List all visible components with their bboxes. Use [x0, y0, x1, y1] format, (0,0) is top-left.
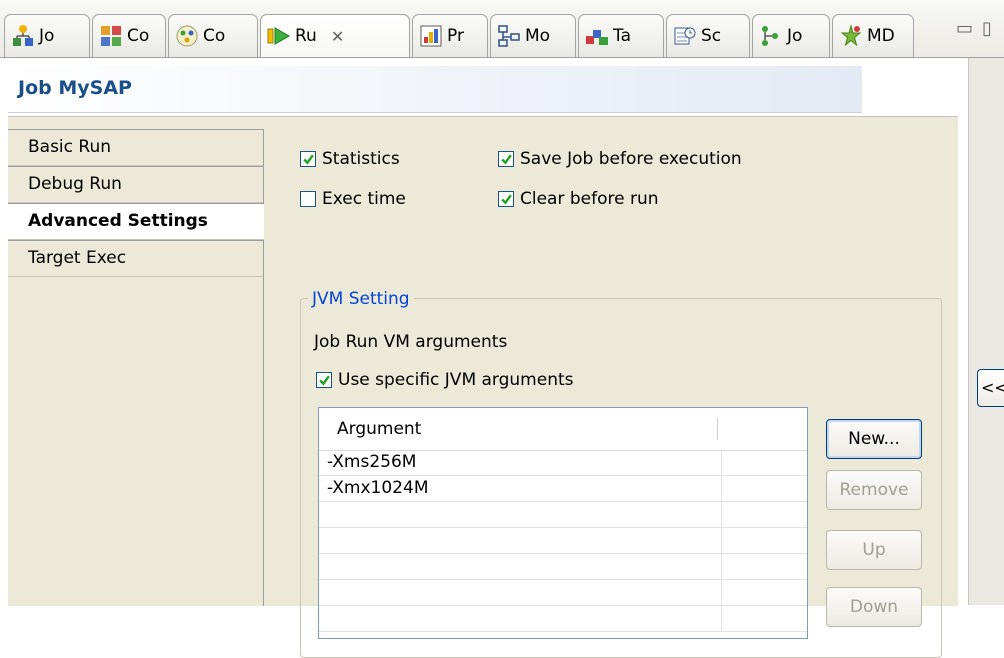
table-row[interactable]: [319, 580, 807, 606]
use-specific-jvm-label: Use specific JVM arguments: [338, 370, 574, 390]
row-divider: [721, 580, 722, 606]
tab-job-hierarchy[interactable]: Jo: [4, 14, 90, 57]
check-mark-icon: [318, 374, 330, 386]
tab-component[interactable]: Co: [92, 14, 166, 57]
check-mark-icon: [500, 193, 512, 205]
close-tab-icon[interactable]: ✕: [331, 27, 344, 46]
argument-column-header[interactable]: Argument: [337, 419, 421, 439]
minimize-icon[interactable]: ▭: [956, 18, 973, 39]
vm-arguments-label: Job Run VM arguments: [314, 332, 508, 352]
nav-item-basic-run[interactable]: Basic Run: [8, 129, 263, 166]
row-divider: [721, 606, 722, 632]
save-job-label: Save Job before execution: [520, 149, 742, 169]
tab-modules[interactable]: Mo: [490, 14, 576, 57]
table-row[interactable]: [319, 554, 807, 580]
checkbox-box: [498, 151, 514, 167]
use-specific-jvm-checkbox[interactable]: Use specific JVM arguments: [316, 370, 574, 390]
job-title: Job MySAP: [18, 77, 132, 99]
move-up-button[interactable]: Up: [826, 530, 922, 570]
problems-icon: [419, 24, 443, 48]
clear-before-run-checkbox[interactable]: Clear before run: [498, 189, 659, 209]
metadata-icon: [839, 24, 863, 48]
checkbox-box: [498, 191, 514, 207]
run-icon: [267, 24, 291, 48]
exec-time-checkbox[interactable]: Exec time: [300, 189, 406, 209]
row-divider: [721, 528, 722, 554]
tab-label: Jo: [787, 26, 803, 46]
job-title-bar: Job MySAP: [8, 66, 862, 113]
job-hierarchy-icon: [11, 24, 35, 48]
run-view: Job MySAP Basic Run Debug Run Advanced S…: [0, 58, 968, 658]
run-settings-panel: Basic Run Debug Run Advanced Settings Ta…: [8, 116, 958, 658]
statistics-label: Statistics: [322, 149, 400, 169]
tab-label: Ru: [295, 26, 317, 46]
tab-metadata[interactable]: MD: [832, 14, 914, 57]
row-divider: [721, 476, 722, 502]
tab-run[interactable]: Ru ✕: [260, 14, 410, 57]
exec-time-label: Exec time: [322, 189, 406, 209]
table-row[interactable]: [319, 606, 807, 632]
jvm-setting-legend: JVM Setting: [308, 289, 414, 309]
component-icon: [99, 24, 123, 48]
checkbox-box: [316, 372, 332, 388]
check-mark-icon: [500, 153, 512, 165]
tab-label: Jo: [39, 26, 55, 46]
tab-label: Co: [203, 26, 226, 46]
row-divider: [721, 502, 722, 528]
clear-before-run-label: Clear before run: [520, 189, 659, 209]
modules-icon: [497, 24, 521, 48]
nav-item-advanced-settings[interactable]: Advanced Settings: [8, 203, 264, 240]
run-mode-nav: Basic Run Debug Run Advanced Settings Ta…: [8, 129, 264, 606]
remove-argument-button[interactable]: Remove: [826, 470, 922, 510]
tab-label: MD: [867, 26, 895, 46]
table-row[interactable]: -Xms256M: [319, 450, 807, 476]
contexts-icon: [175, 24, 199, 48]
tasks-icon: [585, 24, 609, 48]
tab-label: Mo: [525, 26, 551, 46]
scheduler-icon: [673, 24, 697, 48]
view-tab-bar: Jo Co Co Ru ✕ Pr Mo Ta Sc Jo MD ▭ ▯: [0, 0, 1004, 58]
nav-item-target-exec[interactable]: Target Exec: [8, 240, 263, 277]
tab-tasks[interactable]: Ta: [578, 14, 664, 57]
collapse-panel-button[interactable]: <<: [977, 369, 1004, 407]
column-divider[interactable]: [717, 418, 718, 440]
tab-scheduler[interactable]: Sc: [666, 14, 750, 57]
tab-problems[interactable]: Pr: [412, 14, 488, 57]
jvm-arguments-table[interactable]: Argument -Xms256M -Xmx1024M: [318, 407, 808, 639]
maximize-icon[interactable]: ▯: [982, 18, 992, 39]
row-divider: [721, 554, 722, 580]
tab-job-tree[interactable]: Jo: [752, 14, 830, 57]
tab-contexts[interactable]: Co: [168, 14, 258, 57]
table-row[interactable]: -Xmx1024M: [319, 476, 807, 502]
tab-label: Sc: [701, 26, 722, 46]
side-panel: <<: [968, 58, 1004, 605]
tab-label: Ta: [613, 26, 631, 46]
statistics-checkbox[interactable]: Statistics: [300, 149, 400, 169]
nav-item-debug-run[interactable]: Debug Run: [8, 166, 263, 203]
argument-cell[interactable]: -Xmx1024M: [327, 478, 429, 498]
checkbox-box: [300, 191, 316, 207]
table-header: Argument: [319, 408, 807, 451]
table-row[interactable]: [319, 528, 807, 554]
row-divider: [721, 450, 722, 476]
move-down-button[interactable]: Down: [826, 587, 922, 627]
check-mark-icon: [302, 153, 314, 165]
save-job-checkbox[interactable]: Save Job before execution: [498, 149, 742, 169]
tab-label: Co: [127, 26, 150, 46]
tab-label: Pr: [447, 26, 464, 46]
checkbox-box: [300, 151, 316, 167]
new-argument-button[interactable]: New...: [826, 419, 922, 459]
table-row[interactable]: [319, 502, 807, 528]
job-tree-icon: [759, 24, 783, 48]
argument-cell[interactable]: -Xms256M: [327, 452, 416, 472]
